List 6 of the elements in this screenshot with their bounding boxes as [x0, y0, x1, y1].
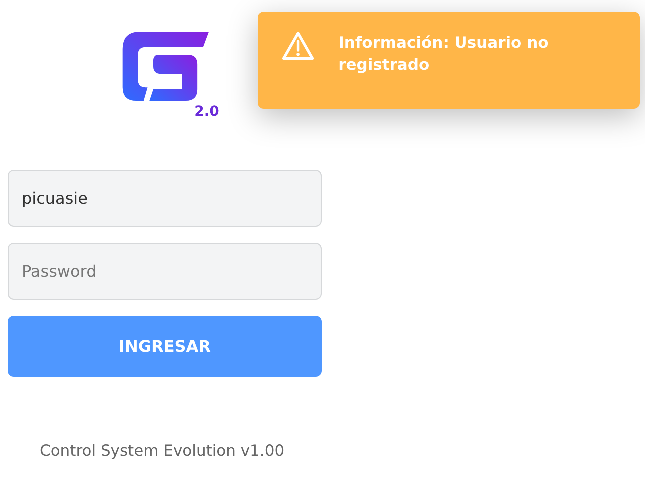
warning-icon: [282, 30, 315, 62]
password-field[interactable]: Password: [8, 243, 322, 300]
footer-text: Control System Evolution v1.00: [39, 441, 286, 462]
logo-version: 2.0: [194, 105, 220, 119]
username-field[interactable]: picuasie: [8, 170, 322, 227]
toast-message: Información: Usuario no registrado: [338, 33, 550, 76]
